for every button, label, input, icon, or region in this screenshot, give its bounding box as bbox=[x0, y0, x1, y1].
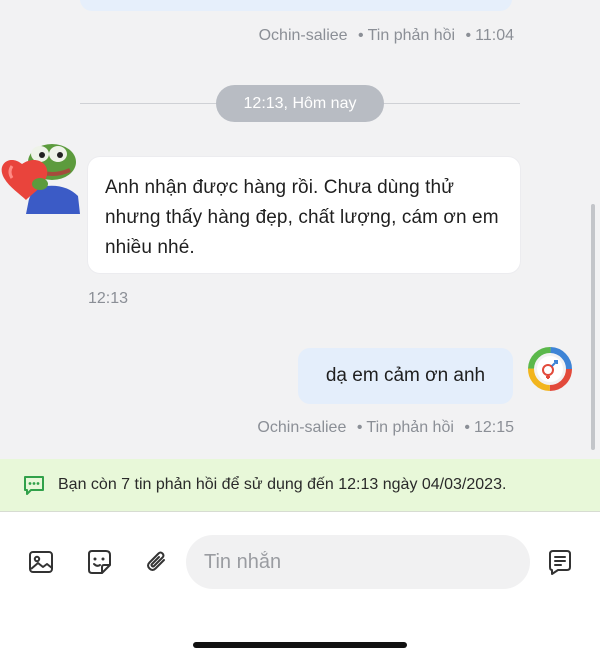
frog-heart-sticker[interactable] bbox=[0, 134, 80, 214]
outgoing-message-text: dạ em cảm ơn anh bbox=[325, 365, 486, 386]
incoming-message-time: 12:13 bbox=[88, 290, 129, 307]
chat-scrollbar[interactable] bbox=[591, 204, 595, 450]
message-time: 12:15 bbox=[473, 419, 514, 436]
date-divider: 12:13, Hôm nay bbox=[216, 85, 384, 122]
shop-avatar[interactable] bbox=[528, 347, 572, 391]
incoming-message-bubble[interactable]: Anh nhận được hàng rồi. Chưa dùng thử nh… bbox=[88, 157, 520, 273]
quick-reply-icon[interactable] bbox=[546, 548, 574, 576]
message-time: 11:04 bbox=[475, 27, 514, 44]
sender-name: Ochin-saliee bbox=[257, 419, 347, 436]
attachment-icon[interactable] bbox=[143, 548, 171, 576]
outgoing-message-meta: Ochin-saliee • Tin phản hồi • 12:15 bbox=[257, 419, 514, 436]
message-type: Tin phản hồi bbox=[367, 27, 456, 44]
chat-bubble-icon bbox=[22, 473, 46, 497]
outgoing-message-bubble[interactable]: dạ em cảm ơn anh bbox=[298, 348, 513, 404]
banner-text: Bạn còn 7 tin phản hồi để sử dụng đến 12… bbox=[58, 476, 507, 493]
image-icon[interactable] bbox=[27, 548, 55, 576]
reply-quota-banner: Bạn còn 7 tin phản hồi để sử dụng đến 12… bbox=[0, 459, 600, 512]
composer bbox=[0, 512, 600, 661]
message-input[interactable] bbox=[186, 535, 530, 589]
incoming-message-text: Anh nhận được hàng rồi. Chưa dùng thử nh… bbox=[105, 177, 499, 258]
message-meta: Ochin-saliee • Tin phản hồi • 11:04 bbox=[258, 27, 514, 44]
home-indicator bbox=[193, 642, 407, 648]
message-type: Tin phản hồi bbox=[366, 419, 454, 436]
sticker-icon[interactable] bbox=[85, 548, 113, 576]
sender-name: Ochin-saliee bbox=[258, 27, 348, 44]
previous-message-bubble[interactable] bbox=[80, 0, 512, 11]
